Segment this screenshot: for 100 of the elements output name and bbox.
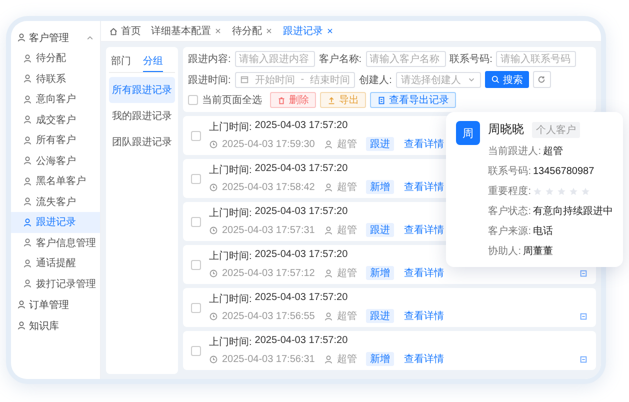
customer-name: 周晓晓 [488,121,524,138]
sidebar-item[interactable]: 跟进记录 [11,212,100,232]
field-value: 电话 [533,224,553,238]
details-link[interactable]: 查看详情 [404,223,444,237]
checkbox[interactable] [191,130,201,140]
sidebar-group[interactable]: 订单管理 [11,294,100,315]
record-list-item[interactable]: 团队跟进记录 [109,129,175,155]
checkbox[interactable] [191,302,201,312]
group-tab[interactable]: 部门 [111,51,131,72]
visit-time: 2025-04-03 17:57:20 [254,292,348,305]
user-name: 超管 [336,310,357,323]
sidebar-item[interactable]: 待联系 [11,68,100,89]
user-icon [23,258,32,268]
clock-icon [209,226,218,234]
visit-time: 2025-04-03 17:57:20 [254,206,348,219]
details-link[interactable]: 查看详情 [404,309,444,323]
sidebar-item[interactable]: 拨打记录管理 [11,274,100,294]
checkbox[interactable] [188,95,198,105]
user-name: 超管 [336,138,357,151]
user-icon [23,279,32,288]
checkbox[interactable] [191,216,201,226]
close-icon[interactable] [214,27,222,35]
checkbox[interactable] [191,174,201,184]
details-link[interactable]: 查看详情 [404,137,444,151]
sidebar-item[interactable]: 客户信息管理 [11,232,100,253]
clock-icon [209,140,218,148]
star-icon[interactable] [545,186,554,196]
visit-time: 2025-04-03 17:57:20 [254,335,348,348]
sidebar-item[interactable]: 通话提醒 [11,253,100,274]
created-time: 2025-04-03 17:58:42 [222,182,315,192]
reset-button[interactable] [532,71,551,88]
record-list-item[interactable]: 我的跟进记录 [109,103,175,129]
checkbox[interactable] [191,346,201,356]
user-icon [23,156,32,166]
avatar: 周 [456,121,480,145]
search-button[interactable]: 搜索 [484,71,529,88]
export-records-button[interactable]: 查看导出记录 [370,92,456,108]
user-icon [23,218,32,227]
sidebar-item[interactable]: 待分配 [11,48,100,68]
user-icon [23,94,32,104]
sidebar-group[interactable]: 客户管理 [11,27,100,48]
status-tag: 跟进 [366,309,394,323]
sidebar-item[interactable]: 流失客户 [11,192,100,212]
details-link[interactable]: 查看详情 [404,352,444,366]
home-icon [109,26,118,36]
star-icon[interactable] [569,186,578,196]
user-name: 超管 [336,266,357,280]
status-tag: 跟进 [366,137,394,151]
document-icon[interactable] [579,312,588,320]
user-icon [23,74,32,84]
clock-icon [209,182,218,192]
close-icon[interactable] [326,27,334,35]
user-icon [23,176,32,186]
field-value: 有意向持续跟进中 [533,204,613,218]
checkbox-label: 当前页面全选 [202,94,262,107]
created-time: 2025-04-03 17:56:31 [222,354,315,364]
page-tab[interactable]: 待分配 [232,24,273,38]
details-link[interactable]: 查看详情 [404,266,444,280]
content-field[interactable]: 请输入跟进内容 [234,51,315,67]
phone-field[interactable]: 请输入联系号码 [496,51,576,67]
checkbox[interactable] [191,260,201,270]
field-label: 跟进内容: [188,52,231,66]
trash-icon [277,96,286,104]
document-icon[interactable] [579,268,588,278]
status-tag: 新增 [366,352,394,366]
record-list-item[interactable]: 所有跟进记录 [109,77,175,103]
visit-label: 上门时间: [209,250,252,263]
group-tab[interactable]: 分组 [143,51,163,72]
field-label: 跟进时间: [188,74,231,86]
field-label: 创建人: [359,74,392,86]
sidebar-item[interactable]: 黑名单客户 [11,171,100,192]
user-icon [17,321,26,330]
star-icon[interactable] [533,186,542,196]
sidebar-item[interactable]: 意向客户 [11,89,100,110]
close-icon[interactable] [265,27,273,35]
page-tab[interactable]: 首页 [109,24,141,38]
field-value: 13456780987 [533,166,594,176]
user-icon [23,238,32,248]
details-link[interactable]: 查看详情 [404,180,444,194]
page-tab[interactable]: 跟进记录 [283,24,334,38]
status-tag: 新增 [366,180,394,194]
sidebar-group[interactable]: 知识库 [11,315,100,336]
star-icon[interactable] [557,186,566,196]
field-label: 客户状态: [488,204,531,218]
star-icon[interactable] [581,186,590,196]
status-tag: 新增 [366,266,394,280]
field-label: 当前跟进人: [488,144,541,158]
visit-time: 2025-04-03 17:57:20 [254,249,348,262]
page-tab[interactable]: 详细基本配置 [151,24,222,38]
customer-field[interactable]: 请输入客户名称 [366,51,446,67]
user-icon [17,33,26,42]
sidebar-item[interactable]: 成交客户 [11,110,100,130]
sidebar-item[interactable]: 公海客户 [11,150,100,171]
visit-label: 上门时间: [209,336,252,349]
document-icon[interactable] [579,354,588,364]
field-label: 客户来源: [488,224,531,238]
user-icon [324,182,333,192]
clock-icon [209,268,218,278]
visit-time: 2025-04-03 17:57:20 [254,120,348,133]
sidebar-item[interactable]: 所有客户 [11,130,100,150]
